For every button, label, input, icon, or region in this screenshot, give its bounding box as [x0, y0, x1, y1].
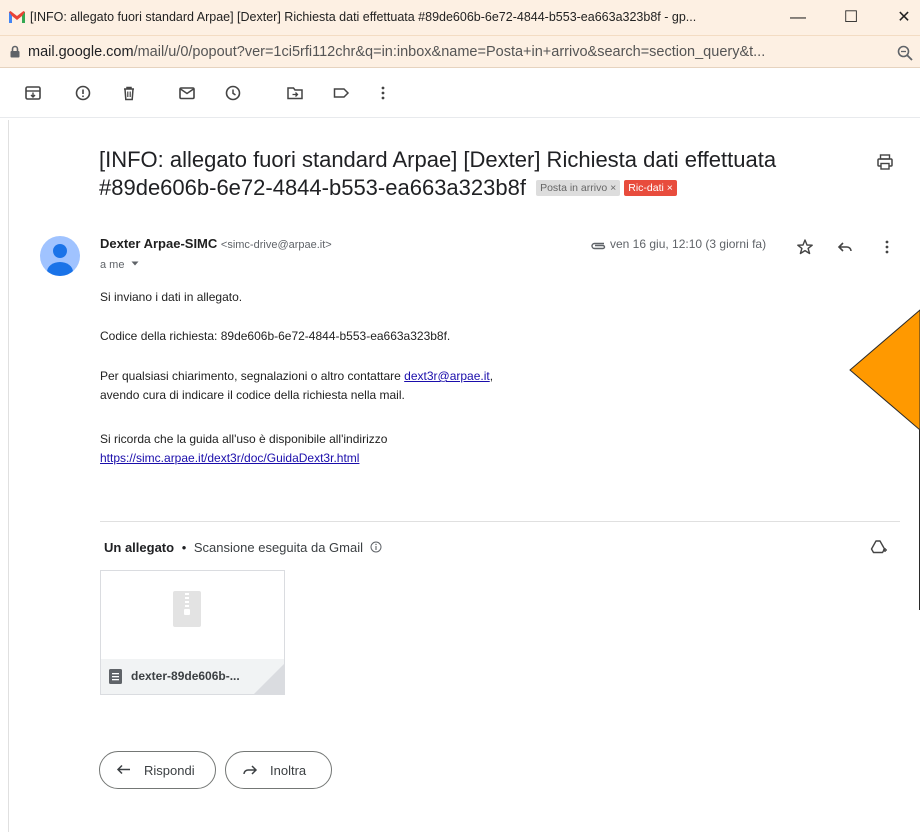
- star-icon[interactable]: [796, 238, 814, 256]
- sender-avatar[interactable]: [40, 236, 80, 276]
- info-icon[interactable]: [370, 541, 382, 553]
- more-vert-icon[interactable]: [878, 238, 896, 256]
- person-icon: [47, 244, 73, 276]
- label-chip-ric-dati[interactable]: Ric-dati ×: [624, 180, 677, 196]
- scan-status: Scansione eseguita da Gmail: [193, 540, 363, 555]
- forward-button[interactable]: Inoltra: [225, 751, 332, 789]
- url-host: mail.google.com: [28, 44, 134, 60]
- attachment-clip-icon: [591, 242, 606, 250]
- message-toolbar: [0, 69, 920, 118]
- contact-email-link[interactable]: dext3r@arpae.it: [404, 369, 490, 383]
- body-line: https://simc.arpae.it/dext3r/doc/GuidaDe…: [100, 451, 359, 465]
- reply-button[interactable]: Rispondi: [99, 751, 216, 789]
- attachment-filename: dexter-89de606b-...: [131, 669, 240, 683]
- chevron-down-icon[interactable]: [131, 261, 139, 267]
- attachment-card[interactable]: dexter-89de606b-...: [100, 570, 285, 695]
- body-line: avendo cura di indicare il codice della …: [100, 388, 405, 402]
- move-to-icon[interactable]: [286, 84, 304, 102]
- delete-icon[interactable]: [120, 84, 138, 102]
- label-chip-text: Posta in arrivo: [540, 182, 608, 194]
- body-line-text: ,: [489, 369, 494, 383]
- close-window-button[interactable]: ✕: [889, 6, 919, 30]
- sender-email: <simc-drive@arpae.it>: [220, 239, 332, 251]
- label-chip-text: Ric-dati: [628, 182, 664, 194]
- attachments-header: Un allegato • Scansione eseguita da Gmai…: [104, 540, 382, 555]
- body-line-text: Per qualsiasi chiarimento, segnalazioni …: [100, 369, 405, 383]
- minimize-button[interactable]: —: [783, 6, 813, 30]
- email-date: ven 16 giu, 12:10 (3 giorni fa): [590, 237, 766, 251]
- sender-name[interactable]: Dexter Arpae-SIMC: [100, 236, 217, 251]
- zip-file-icon: [173, 591, 201, 627]
- report-spam-icon[interactable]: [74, 84, 92, 102]
- reply-icon[interactable]: [836, 238, 854, 256]
- sender-info: Dexter Arpae-SIMC <simc-drive@arpae.it>: [100, 236, 332, 251]
- add-to-drive-icon[interactable]: [870, 538, 888, 556]
- forward-icon: [243, 765, 258, 775]
- label-chip-inbox[interactable]: Posta in arrivo ×: [536, 180, 621, 196]
- file-icon: [109, 669, 122, 684]
- reply-button-label: Rispondi: [144, 763, 195, 778]
- attachments-separator: •: [181, 540, 187, 555]
- content-left-border: [8, 120, 9, 832]
- attachment-corner: [254, 664, 284, 694]
- archive-icon[interactable]: [24, 84, 42, 102]
- label-icon[interactable]: [332, 84, 350, 102]
- label-remove-icon[interactable]: ×: [667, 182, 673, 194]
- url-text[interactable]: mail.google.com/mail/u/0/popout?ver=1ci5…: [28, 44, 765, 60]
- maximize-button[interactable]: ☐: [836, 6, 866, 30]
- recipient-text: a me: [100, 259, 125, 271]
- url-path: /mail/u/0/popout?ver=1ci5rfi112chr&q=in:…: [133, 44, 766, 60]
- date-text: ven 16 giu, 12:10 (3 giorni fa): [610, 237, 767, 251]
- more-vert-icon[interactable]: [374, 84, 392, 102]
- orange-overlay-shape: [849, 309, 920, 610]
- body-line: Codice della richiesta: 89de606b-6e72-48…: [100, 329, 451, 343]
- label-remove-icon[interactable]: ×: [610, 182, 616, 194]
- recipient-details[interactable]: a me: [100, 259, 139, 271]
- guide-link[interactable]: https://simc.arpae.it/dext3r/doc/GuidaDe…: [100, 451, 359, 465]
- body-line: Si ricorda che la guida all'uso è dispon…: [100, 432, 388, 446]
- zoom-icon[interactable]: [897, 45, 913, 61]
- toolbar-separator: [158, 87, 159, 101]
- window-title: [INFO: allegato fuori standard Arpae] [D…: [30, 10, 697, 24]
- toolbar-separator: [262, 87, 263, 101]
- address-bar[interactable]: mail.google.com/mail/u/0/popout?ver=1ci5…: [0, 36, 920, 68]
- attachments-title: Un allegato: [104, 540, 175, 555]
- window-titlebar: [INFO: allegato fuori standard Arpae] [D…: [0, 0, 920, 36]
- lock-icon: [10, 45, 20, 58]
- mark-unread-icon[interactable]: [178, 84, 196, 102]
- reply-icon: [116, 764, 130, 775]
- body-line: Si inviano i dati in allegato.: [100, 290, 243, 304]
- email-subject: [INFO: allegato fuori standard Arpae] [D…: [99, 146, 829, 202]
- forward-button-label: Inoltra: [270, 763, 307, 778]
- attachments-divider: [100, 521, 900, 522]
- gmail-logo-icon: [9, 11, 25, 23]
- snooze-icon[interactable]: [224, 84, 242, 102]
- print-icon[interactable]: [876, 153, 894, 171]
- body-line: Per qualsiasi chiarimento, segnalazioni …: [100, 369, 493, 383]
- attachment-preview: [101, 571, 284, 659]
